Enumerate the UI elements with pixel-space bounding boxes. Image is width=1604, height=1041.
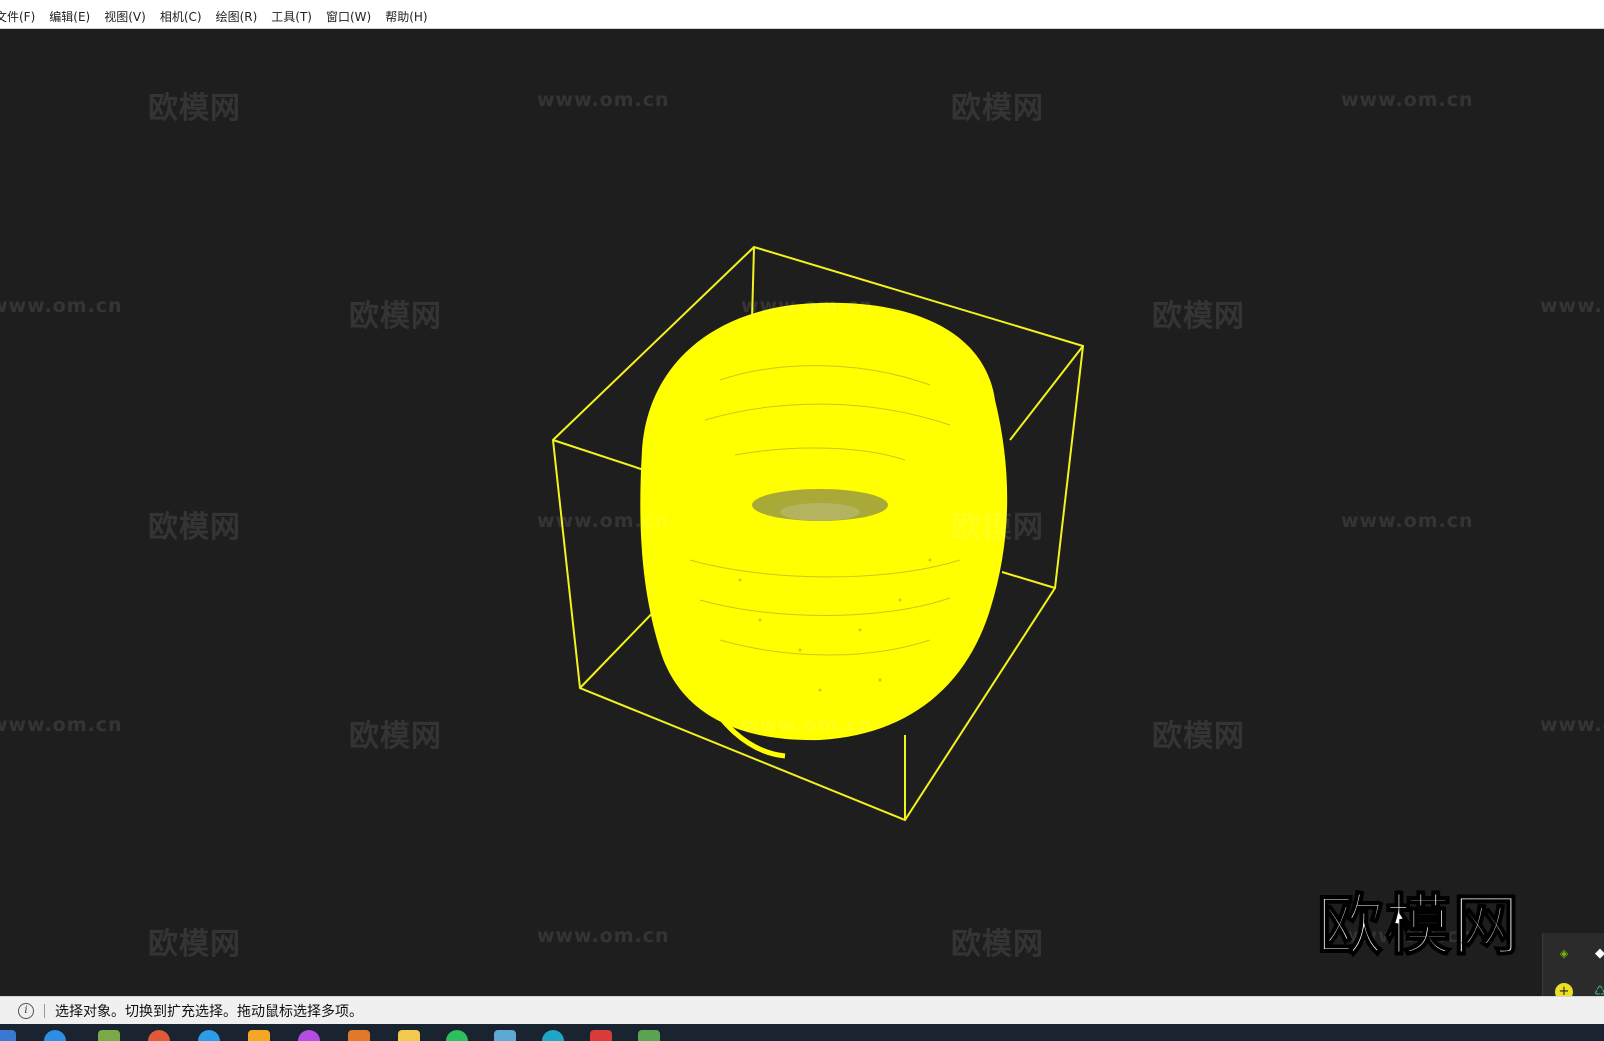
site-logo-watermark: 欧模网 [1316,886,1521,965]
shield-icon[interactable]: ◆ [1591,945,1604,963]
app4-icon[interactable] [542,1030,564,1041]
app2-icon[interactable] [348,1030,370,1041]
browser-icon[interactable] [198,1030,220,1041]
wechat-icon[interactable] [446,1030,468,1041]
menu-tools[interactable]: 工具(T) [264,6,319,28]
app5-icon[interactable] [590,1030,612,1041]
menu-window[interactable]: 窗口(W) [319,6,378,28]
menu-bar: 文件(F) 编辑(E) 视图(V) 相机(C) 绘图(R) 工具(T) 窗口(W… [0,6,1604,29]
folder-icon[interactable] [398,1030,420,1041]
office-icon[interactable] [298,1030,320,1041]
menu-edit[interactable]: 编辑(E) [42,6,97,28]
status-bar: i 选择对象。切换到扩充选择。拖动鼠标选择多项。 [0,996,1604,1025]
selected-yarn-model[interactable] [640,302,1008,759]
menu-camera[interactable]: 相机(C) [153,6,209,28]
model-viewport[interactable]: 欧模网 www.om.cn 欧模网 www.om.cn www.om.cn 欧模… [0,29,1604,996]
nvidia-icon[interactable]: ◈ [1555,945,1573,963]
app6-icon[interactable] [638,1030,660,1041]
edge-icon[interactable] [44,1030,66,1041]
viewport-canvas[interactable] [0,29,1604,996]
status-separator [44,1004,45,1018]
menu-view[interactable]: 视图(V) [97,6,153,28]
app-icon[interactable] [98,1030,120,1041]
app3-icon[interactable] [494,1030,516,1041]
status-message: 选择对象。切换到扩充选择。拖动鼠标选择多项。 [55,1004,363,1020]
menu-help[interactable]: 帮助(H) [378,6,434,28]
recycle-icon[interactable]: ♺ [1591,983,1604,996]
taskbar [0,1024,1604,1041]
menu-draw[interactable]: 绘图(R) [209,6,265,28]
menu-file[interactable]: 文件(F) [0,6,42,28]
chrome-icon[interactable] [148,1030,170,1041]
info-icon[interactable]: i [18,1003,34,1019]
add-icon[interactable]: + [1555,983,1573,996]
store-icon[interactable] [248,1030,270,1041]
tray-overflow-panel: ◈ ◆ + ♺ ▚ [1542,933,1604,996]
start-icon[interactable] [0,1030,16,1041]
